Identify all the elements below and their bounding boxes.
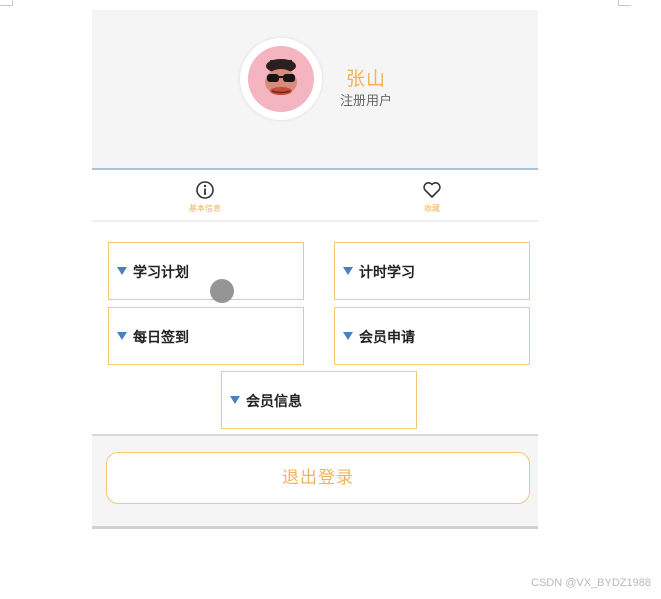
tab-favorites[interactable]: 收藏 (392, 170, 472, 220)
watermark: CSDN @VX_BYDZ1988 (531, 577, 651, 589)
menu-member-info-button[interactable]: 会员信息 (221, 371, 417, 429)
page-corner-mark-right (618, 0, 631, 6)
menu-member-apply-button[interactable]: 会员申请 (334, 307, 530, 365)
profile-header: 张山 注册用户 (92, 10, 538, 170)
tab-label: 收藏 (424, 204, 440, 213)
user-name: 张山 (346, 68, 387, 90)
menu-label: 学习计划 (133, 265, 189, 281)
menu-label: 每日签到 (133, 330, 189, 346)
triangle-down-icon (343, 332, 353, 340)
menu-label: 会员申请 (359, 330, 415, 346)
profile-tabs: 基本信息 收藏 (92, 170, 538, 222)
tab-label: 基本信息 (189, 204, 221, 213)
info-icon (196, 181, 214, 199)
triangle-down-icon (117, 332, 127, 340)
menu-timed-study-button[interactable]: 计时学习 (334, 242, 530, 300)
heart-icon (423, 182, 441, 198)
triangle-down-icon (117, 267, 127, 275)
tab-basic-info[interactable]: 基本信息 (165, 170, 245, 220)
menu-label: 会员信息 (246, 394, 302, 410)
logout-label: 退出登录 (282, 468, 354, 488)
menu-study-plan-button[interactable]: 学习计划 (108, 242, 304, 300)
user-role: 注册用户 (340, 94, 393, 109)
logout-area: 退出登录 (92, 434, 538, 529)
menu-label: 计时学习 (359, 265, 415, 281)
avatar[interactable] (240, 38, 322, 120)
touch-indicator (210, 279, 234, 303)
logout-button[interactable]: 退出登录 (106, 452, 530, 504)
app-screen: 张山 注册用户 基本信息 收藏 学习计划 计时学习 每日签到 会员申请 会员信息… (92, 10, 538, 530)
triangle-down-icon (343, 267, 353, 275)
menu-daily-checkin-button[interactable]: 每日签到 (108, 307, 304, 365)
page-corner-mark-left (0, 0, 13, 6)
triangle-down-icon (230, 396, 240, 404)
monkey-avatar-icon (248, 46, 314, 112)
